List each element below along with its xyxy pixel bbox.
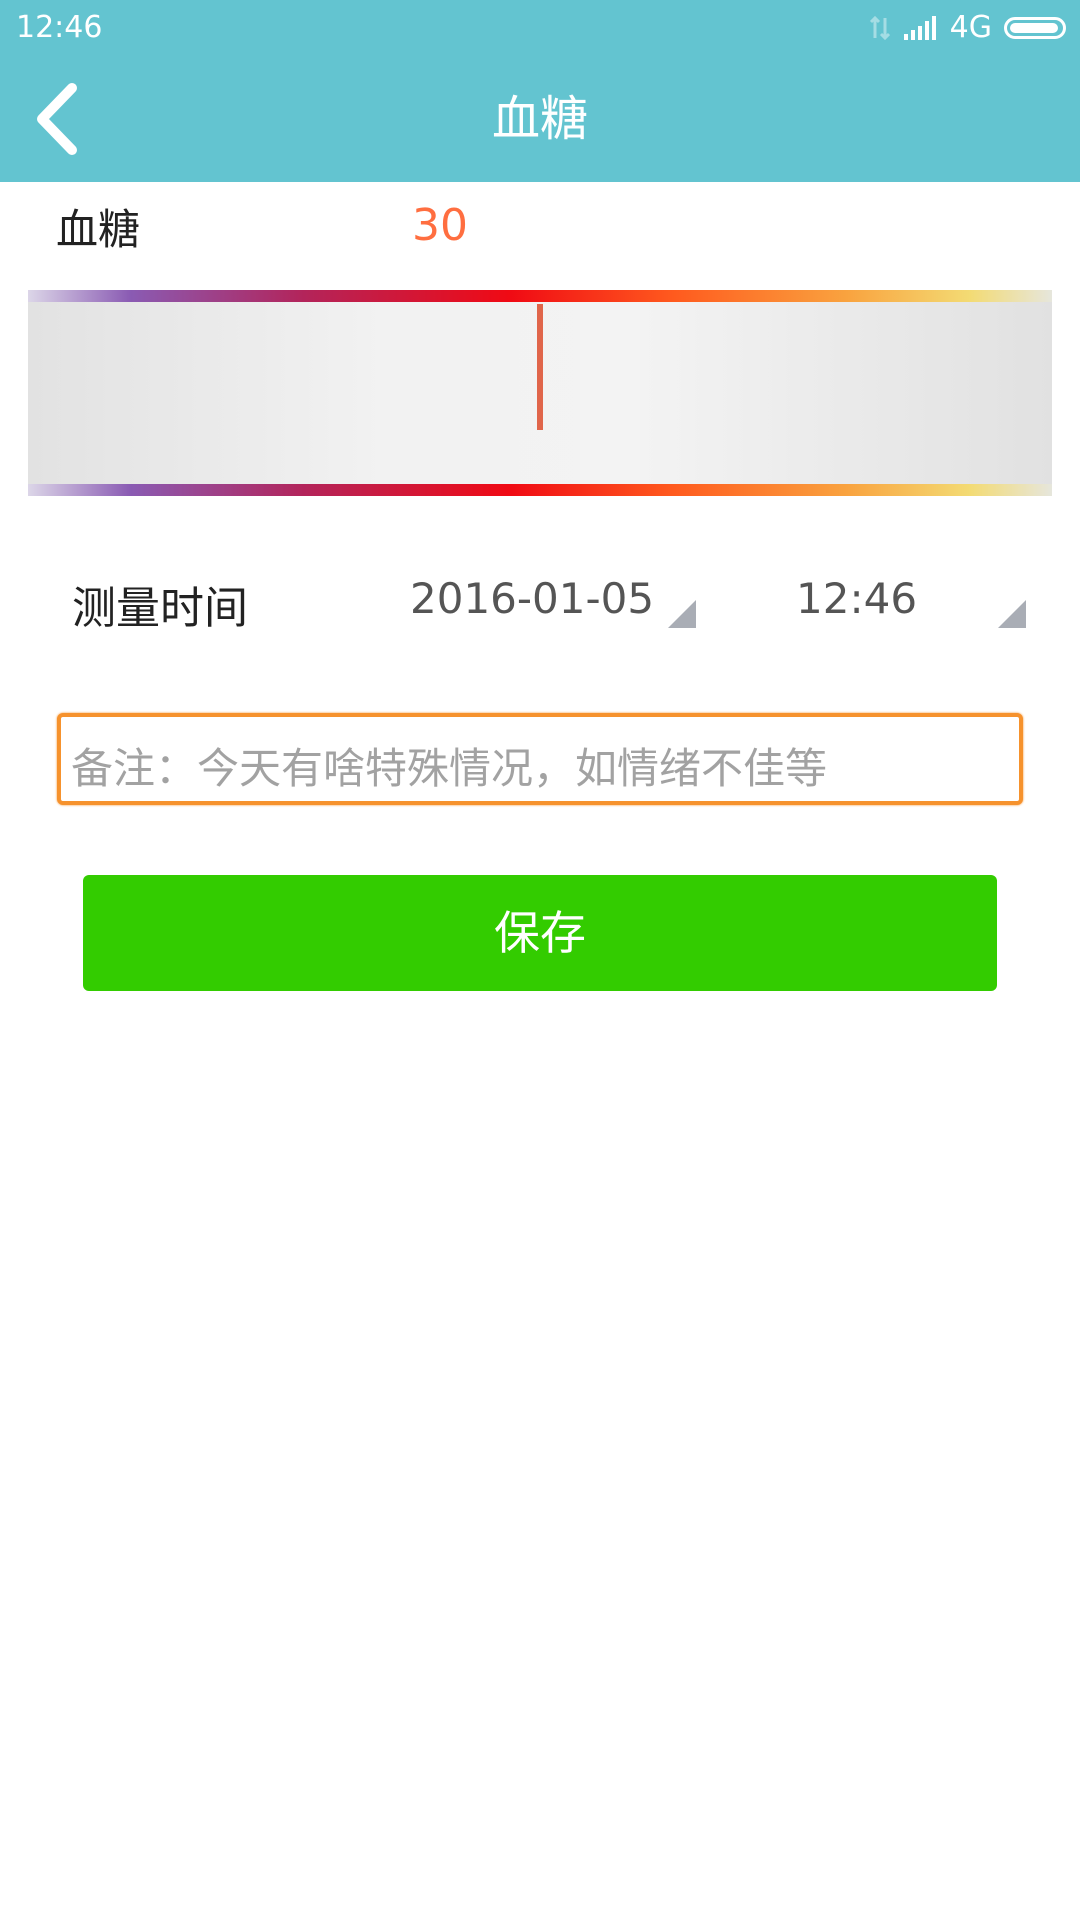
dropdown-corner-icon (668, 600, 696, 628)
signal-icon (903, 16, 936, 40)
save-button[interactable]: 保存 (83, 875, 997, 991)
date-value: 2016-01-05 (410, 574, 655, 623)
glucose-ruler-slider[interactable] (28, 290, 1052, 496)
dropdown-corner-icon (998, 600, 1026, 628)
page-title: 血糖 (491, 91, 588, 147)
reading-label: 血糖 (56, 205, 141, 254)
battery-level (1010, 23, 1058, 33)
time-value: 12:46 (796, 574, 918, 623)
time-picker[interactable]: 12:46 (760, 560, 1026, 630)
status-time: 12:46 (16, 10, 103, 45)
date-picker[interactable]: 2016-01-05 (380, 560, 696, 630)
note-input[interactable] (57, 713, 1023, 805)
reading-value: 30 (412, 200, 468, 251)
ruler-indicator (537, 304, 543, 430)
title-bar: 血糖 (0, 56, 1080, 182)
data-transfer-icon (869, 15, 890, 41)
screen: 12:46 4G 血糖 血糖 30 测量时间 2016-01-05 12:46 … (0, 0, 1080, 1920)
ruler-color-band-top (28, 290, 1052, 302)
measure-time-label: 测量时间 (72, 583, 248, 634)
network-type: 4G (949, 10, 992, 45)
battery-icon (1004, 17, 1066, 39)
ruler-color-band-bottom (28, 484, 1052, 496)
status-icons: 4G (868, 8, 1066, 48)
status-bar: 12:46 4G (0, 0, 1080, 56)
